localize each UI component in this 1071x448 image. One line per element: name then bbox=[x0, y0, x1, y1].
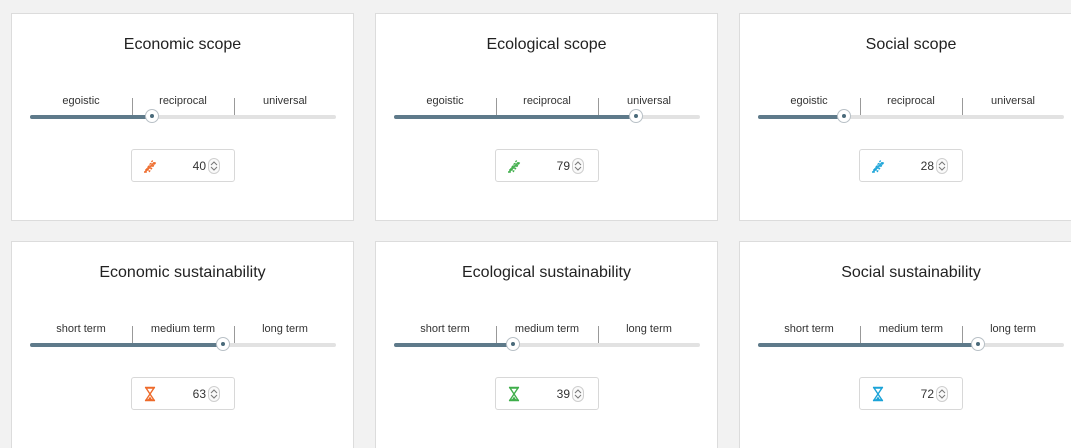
number-input[interactable]: 72 bbox=[859, 377, 963, 410]
tick-labels: short term medium term long term bbox=[30, 323, 335, 337]
range-slider[interactable] bbox=[30, 109, 336, 123]
spinner-arrows-icon[interactable] bbox=[938, 388, 946, 400]
panel-economic-sustainability: Economic sustainability short term mediu… bbox=[11, 241, 354, 448]
panel-title: Economic scope bbox=[123, 36, 242, 53]
number-spinner[interactable] bbox=[572, 158, 584, 174]
stairs-icon bbox=[872, 159, 885, 173]
slider-thumb[interactable] bbox=[836, 109, 851, 123]
tick-labels: egoistic reciprocal universal bbox=[758, 95, 1053, 109]
hourglass-icon bbox=[508, 386, 520, 402]
number-value[interactable]: 28 bbox=[921, 159, 934, 173]
panel-social-scope: Social scope egoistic reciprocal univers… bbox=[739, 13, 1071, 221]
tick-label: egoistic bbox=[62, 95, 100, 107]
slider-thumb[interactable] bbox=[628, 109, 643, 123]
slider-thumb[interactable] bbox=[971, 337, 986, 351]
spinner-arrows-icon[interactable] bbox=[574, 160, 582, 172]
number-spinner[interactable] bbox=[936, 386, 948, 402]
number-value[interactable]: 39 bbox=[557, 387, 570, 401]
tick-label: long term bbox=[262, 323, 308, 335]
stairs-icon bbox=[508, 159, 521, 173]
tick-label: medium term bbox=[878, 323, 944, 335]
panel-ecological-scope: Ecological scope egoistic reciprocal uni… bbox=[375, 13, 718, 221]
range-slider[interactable] bbox=[30, 337, 336, 351]
tick-labels: short term medium term long term bbox=[394, 323, 699, 337]
number-spinner[interactable] bbox=[936, 158, 948, 174]
tick-label: short term bbox=[784, 323, 834, 335]
panel-economic-scope: Economic scope egoistic reciprocal unive… bbox=[11, 13, 354, 221]
tick-label: short term bbox=[420, 323, 470, 335]
slider-thumb[interactable] bbox=[145, 109, 160, 123]
tick-label: universal bbox=[262, 95, 308, 107]
tick-label: universal bbox=[626, 95, 672, 107]
number-input[interactable]: 79 bbox=[495, 149, 599, 182]
range-slider[interactable] bbox=[394, 337, 700, 351]
spinner-arrows-icon[interactable] bbox=[938, 160, 946, 172]
number-value[interactable]: 63 bbox=[193, 387, 206, 401]
tick-label: reciprocal bbox=[887, 95, 935, 107]
number-input[interactable]: 40 bbox=[131, 149, 235, 182]
number-value[interactable]: 72 bbox=[921, 387, 934, 401]
hourglass-icon bbox=[872, 386, 884, 402]
slider-thumb[interactable] bbox=[506, 337, 521, 351]
tick-label: reciprocal bbox=[523, 95, 571, 107]
number-input[interactable]: 28 bbox=[859, 149, 963, 182]
range-slider[interactable] bbox=[394, 109, 700, 123]
panel-title: Social scope bbox=[865, 36, 957, 53]
tick-label: universal bbox=[990, 95, 1036, 107]
stairs-icon bbox=[144, 159, 157, 173]
slider-fill bbox=[30, 115, 153, 119]
tick-label: medium term bbox=[514, 323, 580, 335]
tick-label: long term bbox=[626, 323, 672, 335]
slider-thumb[interactable] bbox=[215, 337, 230, 351]
tick-label: reciprocal bbox=[159, 95, 207, 107]
number-value[interactable]: 40 bbox=[193, 159, 206, 173]
tick-label: medium term bbox=[150, 323, 216, 335]
panel-ecological-sustainability: Ecological sustainability short term med… bbox=[375, 241, 718, 448]
slider-fill bbox=[758, 343, 979, 347]
slider-fill bbox=[394, 115, 636, 119]
tick-labels: egoistic reciprocal universal bbox=[30, 95, 335, 109]
number-spinner[interactable] bbox=[572, 386, 584, 402]
tick-label: long term bbox=[990, 323, 1036, 335]
slider-fill bbox=[758, 115, 844, 119]
range-slider[interactable] bbox=[758, 109, 1064, 123]
tick-label: short term bbox=[56, 323, 106, 335]
tick-labels: short term medium term long term bbox=[758, 323, 1053, 337]
panel-social-sustainability: Social sustainability short term medium … bbox=[739, 241, 1071, 448]
number-value[interactable]: 79 bbox=[557, 159, 570, 173]
panel-title: Social sustainability bbox=[841, 264, 981, 281]
tick-label: egoistic bbox=[426, 95, 464, 107]
panel-title: Economic sustainability bbox=[99, 264, 266, 281]
panel-title: Ecological sustainability bbox=[462, 264, 631, 281]
number-input[interactable]: 39 bbox=[495, 377, 599, 410]
range-slider[interactable] bbox=[758, 337, 1064, 351]
number-spinner[interactable] bbox=[208, 386, 220, 402]
spinner-arrows-icon[interactable] bbox=[574, 388, 582, 400]
number-spinner[interactable] bbox=[208, 158, 220, 174]
number-input[interactable]: 63 bbox=[131, 377, 235, 410]
slider-fill bbox=[30, 343, 223, 347]
spinner-arrows-icon[interactable] bbox=[210, 160, 218, 172]
spinner-arrows-icon[interactable] bbox=[210, 388, 218, 400]
tick-labels: egoistic reciprocal universal bbox=[394, 95, 699, 109]
hourglass-icon bbox=[144, 386, 156, 402]
panel-title: Ecological scope bbox=[486, 36, 607, 53]
slider-fill bbox=[394, 343, 514, 347]
tick-label: egoistic bbox=[790, 95, 828, 107]
